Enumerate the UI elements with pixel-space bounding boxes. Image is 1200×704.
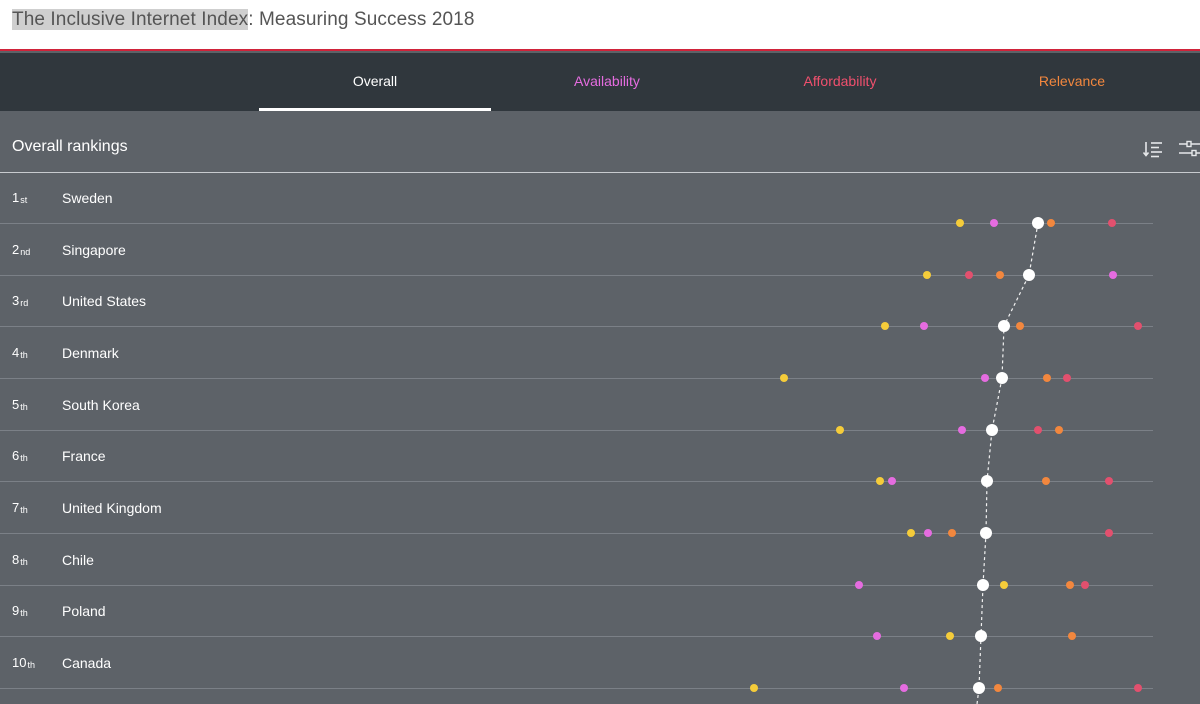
rank-number: 5th — [12, 397, 28, 412]
country-name: Canada — [62, 655, 112, 671]
country-name: United Kingdom — [62, 500, 162, 516]
tab-overall[interactable]: Overall — [259, 53, 491, 111]
tab-relevance[interactable]: Relevance — [956, 53, 1188, 111]
row-divider — [0, 688, 1153, 689]
ranking-row-poland[interactable]: 9th Poland — [0, 586, 1200, 638]
country-name: Chile — [62, 552, 94, 568]
ranking-row-canada[interactable]: 10th Canada — [0, 638, 1200, 690]
row-divider — [0, 378, 1153, 379]
country-name: France — [62, 448, 106, 464]
ranking-row-united-kingdom[interactable]: 7th United Kingdom — [0, 483, 1200, 535]
rank-number: 9th — [12, 603, 28, 618]
ranking-row-sweden[interactable]: 1st Sweden — [0, 173, 1200, 225]
ranking-row-denmark[interactable]: 4th Denmark — [0, 328, 1200, 380]
rank-number: 2nd — [12, 242, 31, 257]
rank-number: 3rd — [12, 293, 29, 308]
rank-number: 4th — [12, 345, 28, 360]
page-title-highlight: The Inclusive Internet Index — [12, 9, 249, 30]
row-divider — [0, 636, 1153, 637]
row-divider — [0, 481, 1153, 482]
rank-number: 10th — [12, 655, 35, 670]
sliders-icon[interactable] — [1178, 140, 1200, 158]
country-name: South Korea — [62, 397, 140, 413]
category-tabbar: Overall Availability Affordability Relev… — [0, 53, 1200, 111]
country-name: Singapore — [62, 242, 126, 258]
tab-availability[interactable]: Availability — [491, 53, 723, 111]
rank-number: 1st — [12, 190, 28, 205]
page-title-rest: : Measuring Success 2018 — [248, 9, 475, 30]
sort-list-icon[interactable] — [1143, 140, 1163, 158]
ranking-row-chile[interactable]: 8th Chile — [0, 535, 1200, 587]
row-divider — [0, 326, 1153, 327]
ranking-row-south-korea[interactable]: 5th South Korea — [0, 380, 1200, 432]
rank-number: 6th — [12, 448, 28, 463]
rank-number: 7th — [12, 500, 28, 515]
top-header: The Inclusive Internet Index: Measuring … — [0, 0, 1200, 51]
ranking-row-france[interactable]: 6th France — [0, 431, 1200, 483]
page-title: The Inclusive Internet Index: Measuring … — [12, 9, 475, 31]
country-name: Poland — [62, 603, 106, 619]
ranking-row-singapore[interactable]: 2nd Singapore — [0, 225, 1200, 277]
ranking-row-united-states[interactable]: 3rd United States — [0, 276, 1200, 328]
tab-affordability[interactable]: Affordability — [724, 53, 956, 111]
rank-number: 8th — [12, 552, 28, 567]
section-title: Overall rankings — [12, 138, 128, 155]
row-divider — [0, 533, 1153, 534]
country-name: Sweden — [62, 190, 113, 206]
country-name: United States — [62, 293, 147, 309]
country-name: Denmark — [62, 345, 119, 361]
row-divider — [0, 223, 1153, 224]
